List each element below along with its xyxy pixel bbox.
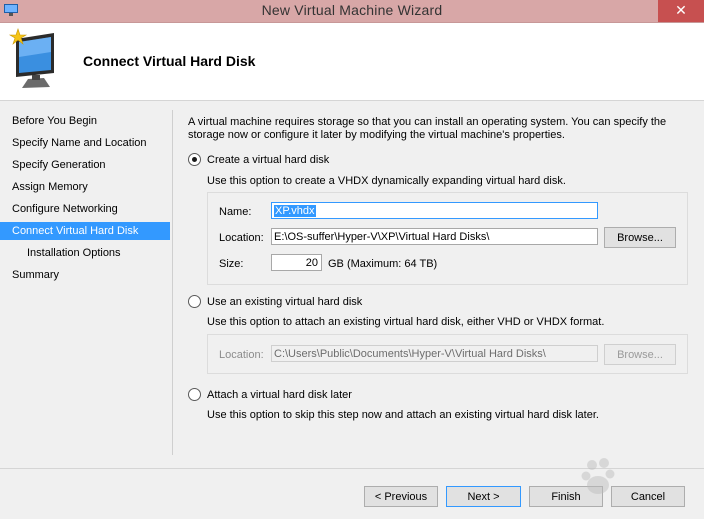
window-title: New Virtual Machine Wizard	[261, 2, 443, 18]
intro-text: A virtual machine requires storage so th…	[188, 116, 667, 141]
location-input[interactable]: E:\OS-suffer\Hyper-V\XP\Virtual Hard Dis…	[271, 228, 598, 245]
create-vhd-radio[interactable]	[188, 152, 201, 166]
create-vhd-option[interactable]: Create a virtual hard disk	[188, 152, 330, 169]
create-vhd-label: Create a virtual hard disk	[207, 154, 330, 166]
baidu-paw-watermark	[581, 458, 615, 494]
existing-vhd-label: Use an existing virtual hard disk	[207, 296, 363, 308]
attach-later-label: Attach a virtual hard disk later	[207, 389, 352, 401]
wizard-header: Connect Virtual Hard Disk	[0, 23, 704, 101]
page-title: Connect Virtual Hard Disk	[83, 53, 256, 69]
size-input[interactable]: 20	[271, 254, 322, 271]
close-button[interactable]: ✕	[658, 0, 704, 22]
nav-step-summary[interactable]: Summary	[0, 266, 170, 284]
nav-step-configure-networking[interactable]: Configure Networking	[0, 200, 170, 218]
attach-later-radio[interactable]	[188, 387, 201, 401]
name-input[interactable]: XP.vhdx	[271, 202, 598, 219]
browse-button[interactable]: Browse...	[604, 227, 676, 248]
existing-vhd-group: Location: C:\Users\Public\Documents\Hype…	[207, 334, 688, 374]
name-label: Name:	[219, 206, 252, 218]
nav-step-assign-memory[interactable]: Assign Memory	[0, 178, 170, 196]
existing-location-input: C:\Users\Public\Documents\Hyper-V\Virtua…	[271, 345, 598, 362]
next-button[interactable]: Next >	[446, 486, 521, 507]
attach-later-description: Use this option to skip this step now an…	[207, 409, 599, 421]
nav-step-specify-name-location[interactable]: Specify Name and Location	[0, 134, 170, 152]
create-vhd-group: Name: XP.vhdx Location: E:\OS-suffer\Hyp…	[207, 192, 688, 285]
existing-browse-button: Browse...	[604, 344, 676, 365]
nav-step-connect-virtual-hard-disk[interactable]: Connect Virtual Hard Disk	[0, 222, 170, 240]
size-label: Size:	[219, 258, 244, 270]
title-bar: New Virtual Machine Wizard ✕	[0, 0, 704, 23]
existing-vhd-radio[interactable]	[188, 294, 201, 308]
existing-vhd-option[interactable]: Use an existing virtual hard disk	[188, 294, 363, 311]
nav-step-installation-options[interactable]: Installation Options	[0, 244, 170, 262]
existing-vhd-description: Use this option to attach an existing vi…	[207, 316, 605, 328]
size-unit-text: GB (Maximum: 64 TB)	[328, 258, 438, 270]
wizard-steps-nav: Before You Begin Specify Name and Locati…	[0, 101, 172, 461]
create-vhd-description: Use this option to create a VHDX dynamic…	[207, 175, 566, 187]
attach-later-option[interactable]: Attach a virtual hard disk later	[188, 387, 352, 404]
nav-step-specify-generation[interactable]: Specify Generation	[0, 156, 170, 174]
name-input-value: XP.vhdx	[274, 205, 316, 217]
nav-divider	[172, 110, 173, 455]
nav-step-before-you-begin[interactable]: Before You Begin	[0, 112, 170, 130]
location-label: Location:	[219, 232, 264, 244]
virtual-machine-icon	[8, 28, 54, 88]
previous-button[interactable]: < Previous	[364, 486, 438, 507]
existing-location-label: Location:	[219, 349, 264, 361]
